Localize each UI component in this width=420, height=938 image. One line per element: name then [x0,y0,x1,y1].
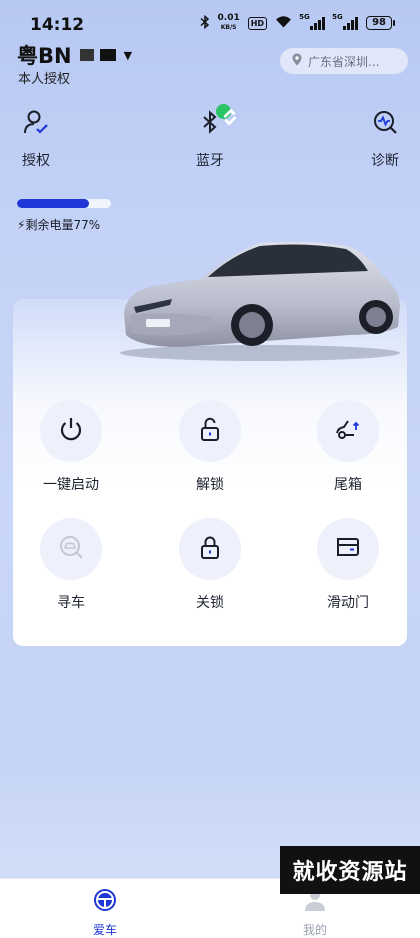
control-circle [317,518,379,580]
trunk-icon [334,415,362,447]
tool-label: 诊断 [371,153,399,169]
tool-bluetooth[interactable]: 蓝牙 [180,104,240,170]
nav-tab-mine[interactable]: 我的 [285,887,345,938]
find-car-icon [57,533,85,565]
control-label: 滑动门 [327,595,369,611]
link-badge-icon [216,104,237,126]
tool-label: 授权 [22,153,50,169]
plate-redaction [79,49,94,61]
tool-diagnose[interactable]: 诊断 [355,108,415,170]
plate-redaction [99,49,116,61]
control-start[interactable]: 一键启动 [21,400,121,494]
tool-label: 蓝牙 [196,153,224,169]
hd-badge: HD [247,16,268,30]
control-circle [317,400,379,462]
chevron-down-icon: ▼ [123,48,133,62]
control-sliding-door[interactable]: 滑动门 [298,518,398,612]
power-icon [57,415,85,447]
nav-label: 我的 [302,923,327,937]
control-circle [179,518,241,580]
control-trunk[interactable]: 尾箱 [298,400,398,494]
battery-indicator: 98 [366,16,395,30]
signal-icon-2: 5G [332,13,359,30]
diagnose-icon [371,108,399,140]
plate-selector[interactable]: 粤BN ▼ [17,40,132,70]
signal-icon-1: 5G [299,13,326,30]
location-pill[interactable]: 广东省深圳... [280,48,408,74]
control-label: 尾箱 [334,477,362,493]
sliding-door-icon [334,533,362,565]
control-label: 一键启动 [43,477,99,493]
user-check-icon [22,108,50,140]
location-text: 广东省深圳... [308,54,380,69]
battery-level-bar [17,199,111,208]
location-pin-icon [292,53,302,69]
control-circle [40,400,102,462]
lock-icon [196,533,224,565]
control-label: 解锁 [196,477,224,493]
wifi-icon [275,15,292,31]
unlock-icon [196,415,224,447]
clock: 14:12 [30,15,85,35]
nav-label: 爱车 [92,923,117,937]
nav-tab-car[interactable]: 爱车 [75,887,135,938]
battery-level-fill [17,199,90,208]
control-find-car[interactable]: 寻车 [21,518,121,612]
control-circle [40,518,102,580]
control-label: 寻车 [57,595,85,611]
bluetooth-status-icon [200,14,210,32]
watermark: 就收资源站 [280,846,420,894]
status-icons: 0.01 KB/S HD 5G 5G 98 [200,13,395,32]
control-lock[interactable]: 关锁 [160,518,260,612]
tool-authorize[interactable]: 授权 [6,108,66,170]
control-circle [179,400,241,462]
quick-tools: 授权 蓝牙 诊断 [0,104,420,170]
control-label: 关锁 [196,595,224,611]
network-speed: 0.01 KB/S [217,13,240,32]
plate-number: 粤BN [17,44,72,68]
control-unlock[interactable]: 解锁 [160,400,260,494]
auth-subtitle: 本人授权 [18,72,71,87]
battery-text: ⚡剩余电量77% [17,218,101,232]
car-image [120,241,400,361]
steering-wheel-icon [92,887,118,917]
